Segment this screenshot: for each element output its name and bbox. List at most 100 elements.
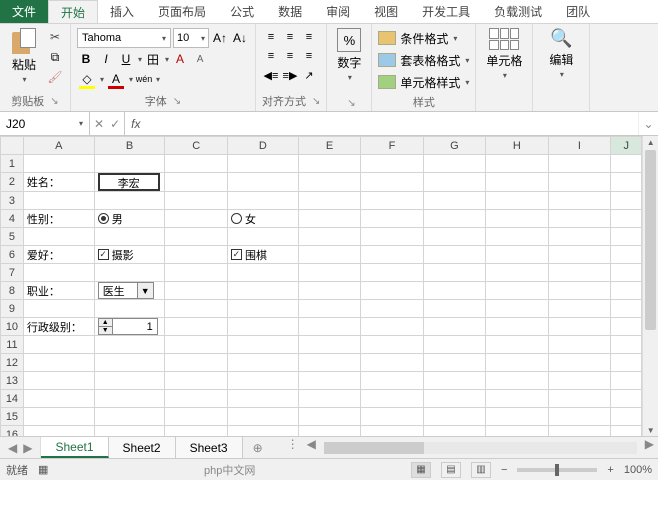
hscroll-left-icon[interactable]: ◀	[303, 437, 320, 458]
cell-A10[interactable]: 行政级别：	[23, 318, 94, 336]
row-header-8[interactable]: 8	[1, 282, 24, 300]
tab-file[interactable]: 文件	[0, 0, 48, 23]
radio-male[interactable]	[98, 213, 109, 224]
copy-button[interactable]: ⧉	[46, 48, 64, 66]
view-pagelayout-button[interactable]: ▤	[441, 462, 461, 478]
align-top-button[interactable]: ≡	[262, 28, 280, 46]
alignment-launcher[interactable]: ↘	[312, 96, 320, 107]
orientation-button[interactable]: ↗	[300, 66, 318, 84]
name-textbox[interactable]: 李宏	[98, 173, 160, 191]
tab-data[interactable]: 数据	[266, 0, 314, 23]
expand-formula-bar-button[interactable]: ⌄	[638, 112, 658, 135]
radio-female[interactable]	[231, 213, 242, 224]
row-header-2[interactable]: 2	[1, 173, 24, 192]
sheet-tab-3[interactable]: Sheet3	[176, 437, 243, 458]
row-header-14[interactable]: 14	[1, 390, 24, 408]
job-combobox[interactable]: 医生▼	[98, 282, 154, 299]
align-bottom-button[interactable]: ≡	[300, 28, 318, 46]
col-header-I[interactable]: I	[548, 137, 610, 155]
new-sheet-button[interactable]: ⊕	[243, 437, 273, 458]
row-header-16[interactable]: 16	[1, 426, 24, 437]
hscroll-thumb[interactable]	[324, 442, 424, 454]
tab-home[interactable]: 开始	[48, 0, 98, 23]
align-left-button[interactable]: ≡	[262, 47, 280, 65]
scroll-up-icon[interactable]: ▲	[643, 136, 658, 148]
spinner-up[interactable]: ▲	[99, 319, 112, 327]
col-header-J[interactable]: J	[611, 137, 642, 155]
cell-A4[interactable]: 性别：	[23, 210, 94, 228]
tab-view[interactable]: 视图	[362, 0, 410, 23]
cell-D6[interactable]: ✓围棋	[227, 246, 298, 264]
spinner-down[interactable]: ▼	[99, 327, 112, 334]
cell-A8[interactable]: 职业：	[23, 282, 94, 300]
cell-style-button[interactable]: 单元格样式▾	[378, 72, 469, 92]
sheet-nav-arrows[interactable]: ◀▶	[0, 437, 41, 458]
tab-insert[interactable]: 插入	[98, 0, 146, 23]
row-header-1[interactable]: 1	[1, 155, 24, 173]
cell-B4[interactable]: 男	[94, 210, 165, 228]
increase-font-alt-button[interactable]: A	[171, 50, 189, 68]
col-header-H[interactable]: H	[486, 137, 548, 155]
sheet-tab-1[interactable]: Sheet1	[41, 437, 108, 458]
view-pagebreak-button[interactable]: ▥	[471, 462, 491, 478]
cut-button[interactable]: ✂	[46, 28, 64, 46]
cell-B6[interactable]: ✓摄影	[94, 246, 165, 264]
clipboard-launcher[interactable]: ↘	[50, 96, 58, 107]
fx-icon[interactable]: fx	[125, 112, 146, 135]
number-format-button[interactable]: % 数字 ▾	[333, 28, 365, 82]
align-center-button[interactable]: ≡	[281, 47, 299, 65]
border-button[interactable]: 田	[144, 50, 162, 68]
col-header-D[interactable]: D	[227, 137, 298, 155]
increase-font-button[interactable]: A↑	[211, 29, 229, 47]
zoom-slider[interactable]	[517, 468, 597, 472]
row-header-10[interactable]: 10	[1, 318, 24, 336]
row-header-7[interactable]: 7	[1, 264, 24, 282]
tab-page-layout[interactable]: 页面布局	[146, 0, 218, 23]
editing-button[interactable]: 🔍 编辑 ▾	[539, 28, 583, 79]
record-macro-icon[interactable]: ▦	[38, 463, 48, 476]
decrease-font-alt-button[interactable]: A	[191, 50, 209, 68]
col-header-B[interactable]: B	[94, 137, 165, 155]
cancel-formula-icon[interactable]: ✕	[94, 117, 104, 131]
cell-A6[interactable]: 爱好：	[23, 246, 94, 264]
vertical-scrollbar[interactable]: ▲ ▼	[642, 136, 658, 436]
table-format-button[interactable]: 套表格格式▾	[378, 50, 469, 70]
hscroll-right-icon[interactable]: ▶	[641, 437, 658, 458]
zoom-out-button[interactable]: −	[501, 464, 507, 476]
row-header-13[interactable]: 13	[1, 372, 24, 390]
select-all-corner[interactable]	[1, 137, 24, 155]
tab-loadtest[interactable]: 负载测试	[482, 0, 554, 23]
align-right-button[interactable]: ≡	[300, 47, 318, 65]
font-launcher[interactable]: ↘	[173, 96, 181, 107]
rank-spinner[interactable]: ▲▼1	[98, 318, 158, 335]
align-middle-button[interactable]: ≡	[281, 28, 299, 46]
zoom-in-button[interactable]: +	[607, 464, 613, 476]
row-header-5[interactable]: 5	[1, 228, 24, 246]
paste-button[interactable]: 粘贴 ▾	[6, 28, 42, 84]
format-painter-button[interactable]: 🖌	[46, 68, 64, 86]
row-header-15[interactable]: 15	[1, 408, 24, 426]
bold-button[interactable]: B	[77, 50, 95, 68]
cells-button[interactable]: 单元格 ▾	[482, 28, 526, 80]
increase-indent-button[interactable]: ≡▶	[281, 66, 299, 84]
confirm-formula-icon[interactable]: ✓	[110, 117, 120, 131]
horizontal-scrollbar[interactable]	[320, 437, 641, 458]
number-launcher[interactable]: ↘	[347, 98, 355, 109]
underline-button[interactable]: U	[117, 50, 135, 68]
sheet-tab-2[interactable]: Sheet2	[109, 437, 176, 458]
checkbox-photo[interactable]: ✓	[98, 249, 109, 260]
conditional-format-button[interactable]: 条件格式▾	[378, 28, 457, 48]
phonetic-button[interactable]: wén	[135, 70, 153, 88]
chevron-down-icon[interactable]: ▼	[137, 283, 153, 298]
formula-input[interactable]	[146, 112, 638, 135]
decrease-font-button[interactable]: A↓	[231, 29, 249, 47]
tab-developer[interactable]: 开发工具	[410, 0, 482, 23]
row-header-12[interactable]: 12	[1, 354, 24, 372]
col-header-C[interactable]: C	[165, 137, 227, 155]
checkbox-go[interactable]: ✓	[231, 249, 242, 260]
cell-B8[interactable]: 医生▼	[94, 282, 165, 300]
tab-team[interactable]: 团队	[554, 0, 602, 23]
col-header-G[interactable]: G	[423, 137, 485, 155]
font-name-combo[interactable]: Tahoma▾	[77, 28, 171, 48]
tab-review[interactable]: 审阅	[314, 0, 362, 23]
